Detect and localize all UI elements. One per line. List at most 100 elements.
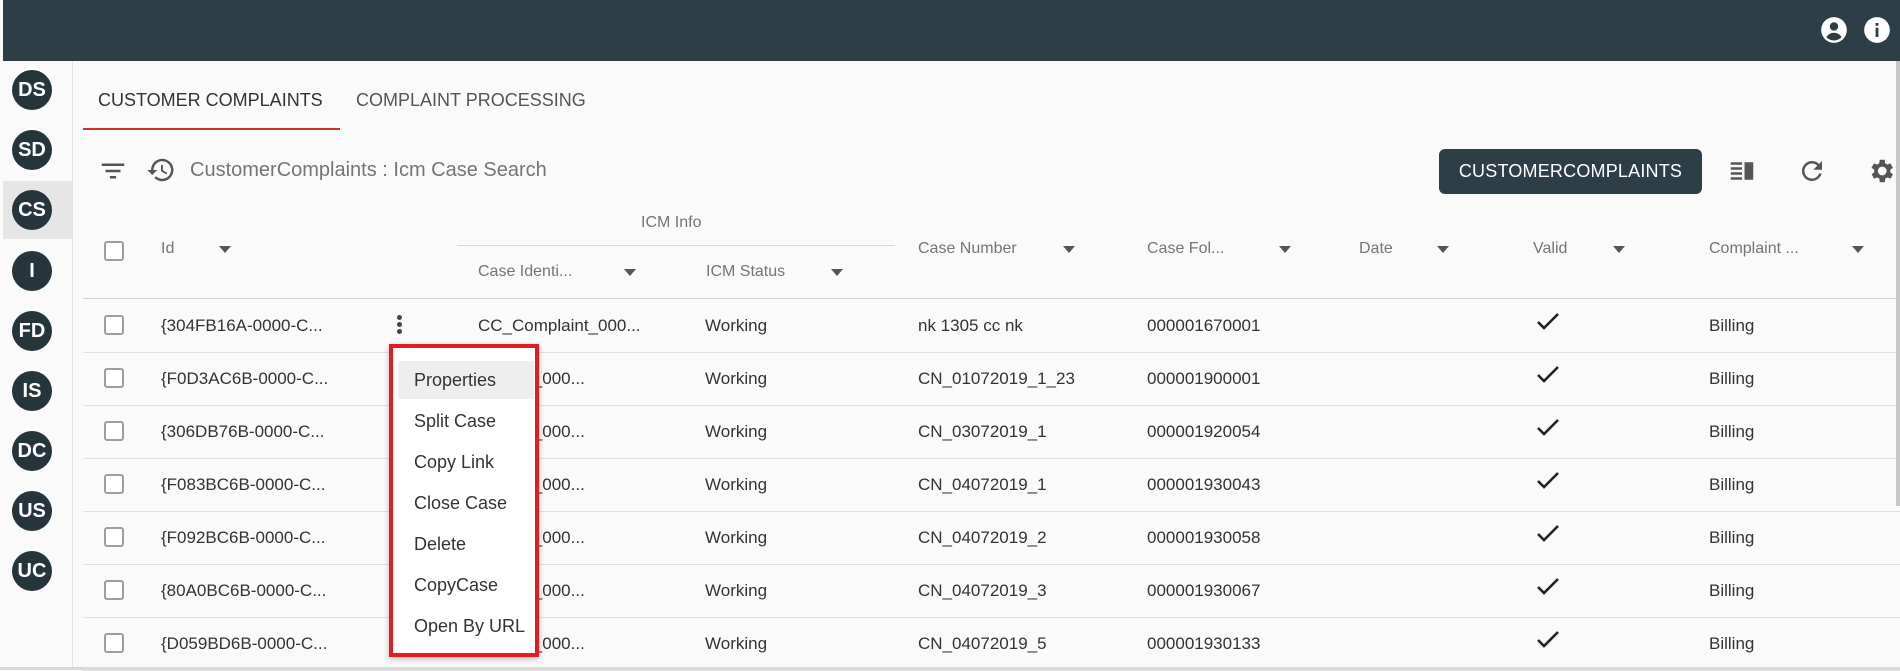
menu-item-properties[interactable]: Properties [398,361,534,399]
table-row[interactable]: {F083BC6B-0000-C... mplaint_000... Worki… [83,458,1900,512]
check-icon [1535,576,1561,598]
table-row[interactable]: {306DB76B-0000-C... mplaint_000... Worki… [83,405,1900,459]
sort-caret-icon[interactable] [1063,246,1075,253]
cell-id: {304FB16A-0000-C... [161,316,323,335]
cell-status: Working [705,316,768,335]
row-checkbox[interactable] [104,315,124,335]
cell-complaint: Billing [1709,528,1755,547]
cell-case-identifier: CC_Complaint_000... [478,316,641,335]
cell-complaint: Billing [1709,475,1755,494]
rail-item-cs[interactable]: CS [3,181,72,239]
cell-complaint: Billing [1709,316,1755,335]
cell-status: Working [705,475,768,494]
sort-caret-icon[interactable] [1279,246,1291,253]
table-row[interactable]: {304FB16A-0000-C... CC_Complaint_000... … [83,299,1900,353]
customercomplaints-button[interactable]: CUSTOMERCOMPLAINTS [1439,149,1702,194]
rail-item-is[interactable]: IS [3,362,72,420]
group-header-icm-info: ICM Info [641,214,702,231]
sort-caret-icon[interactable] [624,269,636,276]
check-icon [1535,417,1561,439]
active-tab-indicator [83,128,340,130]
account-circle-icon[interactable] [1820,16,1848,44]
row-checkbox[interactable] [104,474,124,494]
cell-case-folder: 000001900001 [1147,369,1261,388]
vertical-scrollbar[interactable] [1896,61,1900,506]
row-checkbox[interactable] [104,368,124,388]
settings-icon[interactable] [1866,156,1896,186]
cell-case-number: CN_04072019_5 [918,634,1047,653]
row-checkbox[interactable] [104,580,124,600]
rail-avatar: FD [12,311,52,351]
column-header-case-identifier[interactable]: Case Identi... [478,263,572,281]
select-all-checkbox[interactable] [104,241,124,261]
cell-complaint: Billing [1709,369,1755,388]
cell-case-number: nk 1305 cc nk [918,316,1023,335]
search-title: CustomerComplaints : Icm Case Search [190,159,547,181]
table-row[interactable]: {F0D3AC6B-0000-C... mplaint_000... Worki… [83,352,1900,406]
rail-item-uc[interactable]: UC [3,542,72,600]
cell-status: Working [705,634,768,653]
row-checkbox[interactable] [104,527,124,547]
menu-item-split-case[interactable]: Split Case [398,402,534,440]
table-row[interactable]: {D059BD6B-0000-C... mplaint_000... Worki… [83,617,1900,671]
check-icon [1535,364,1561,386]
row-checkbox[interactable] [104,633,124,653]
rail-item-sd[interactable]: SD [3,121,72,179]
menu-item-close-case[interactable]: Close Case [398,484,534,522]
more-vert-icon[interactable] [395,313,403,339]
cell-id: {80A0BC6B-0000-C... [161,581,327,600]
column-header-icm-status[interactable]: ICM Status [706,263,785,281]
cell-status: Working [705,528,768,547]
cell-case-folder: 000001670001 [1147,316,1261,335]
rail-avatar: IS [12,371,52,411]
cell-complaint: Billing [1709,634,1755,653]
check-icon [1535,523,1561,545]
sort-caret-icon[interactable] [219,246,231,253]
cell-case-number: CN_04072019_3 [918,581,1047,600]
cell-id: {F0D3AC6B-0000-C... [161,369,329,388]
column-header-complaint[interactable]: Complaint ... [1709,240,1799,258]
column-view-icon[interactable] [1727,156,1757,186]
rail-item-fd[interactable]: FD [3,302,72,360]
cell-status: Working [705,581,768,600]
cell-complaint: Billing [1709,581,1755,600]
sort-caret-icon[interactable] [831,269,843,276]
column-header-id[interactable]: Id [161,240,174,258]
cell-case-folder: 000001930058 [1147,528,1261,547]
refresh-icon[interactable] [1797,156,1827,186]
column-header-date[interactable]: Date [1359,240,1393,258]
menu-item-copy-link[interactable]: Copy Link [398,443,534,481]
column-header-valid[interactable]: Valid [1533,240,1567,258]
cell-id: {F092BC6B-0000-C... [161,528,326,547]
rail-item-ds[interactable]: DS [3,61,72,119]
info-icon[interactable] [1863,16,1891,44]
rail-item-i[interactable]: I [3,242,72,300]
group-header-divider [457,245,895,246]
menu-item-delete[interactable]: Delete [398,525,534,563]
cell-case-number: CN_01072019_1_23 [918,369,1075,388]
rail-item-us[interactable]: US [3,482,72,540]
history-icon[interactable] [146,155,176,185]
table-row[interactable]: {F092BC6B-0000-C... mplaint_000... Worki… [83,511,1900,565]
cell-case-folder: 000001920054 [1147,422,1261,441]
top-app-bar [3,0,1900,61]
tab-customer-complaints[interactable]: CUSTOMER COMPLAINTS [98,80,323,131]
cell-case-folder: 000001930133 [1147,634,1261,653]
table-row[interactable]: {80A0BC6B-0000-C... mplaint_000... Worki… [83,564,1900,618]
cell-complaint: Billing [1709,422,1755,441]
tab-complaint-processing[interactable]: COMPLAINT PROCESSING [356,80,586,131]
column-header-case-number[interactable]: Case Number [918,240,1017,258]
cell-id: {D059BD6B-0000-C... [161,634,328,653]
rail-item-dc[interactable]: DC [3,422,72,480]
filter-icon[interactable] [98,156,128,186]
cell-case-number: CN_04072019_2 [918,528,1047,547]
sort-caret-icon[interactable] [1613,246,1625,253]
sort-caret-icon[interactable] [1437,246,1449,253]
column-header-case-folder[interactable]: Case Fol... [1147,240,1224,258]
sort-caret-icon[interactable] [1852,246,1864,253]
row-context-menu: Properties Split Case Copy Link Close Ca… [389,344,539,657]
left-navigation-rail: DS SD CS I FD IS DC US UC [3,61,73,670]
menu-item-open-by-url[interactable]: Open By URL [398,607,534,645]
menu-item-copycase[interactable]: CopyCase [398,566,534,604]
row-checkbox[interactable] [104,421,124,441]
